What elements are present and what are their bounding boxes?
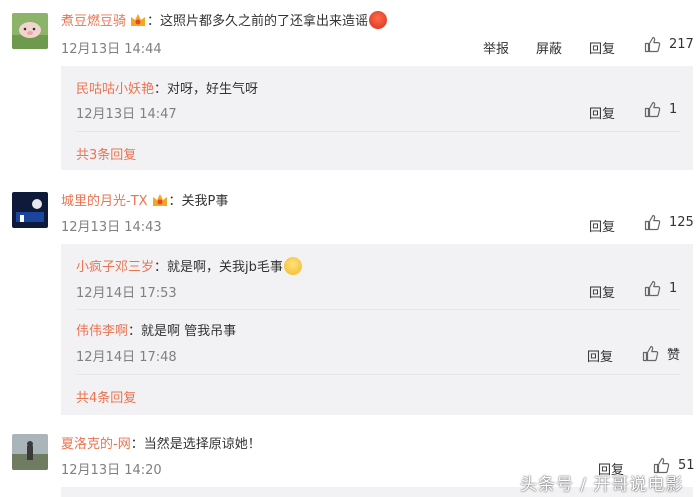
divider bbox=[76, 131, 680, 132]
reply-button[interactable]: 回复 bbox=[589, 38, 615, 57]
comment-line: 煮豆燃豆骑 ：这照片都多久之前的了还拿出来造谣 bbox=[61, 10, 388, 32]
like-label: 赞 bbox=[667, 348, 681, 363]
like-count: 217 bbox=[669, 37, 694, 52]
reply-text: ：就是啊 管我吊事 bbox=[128, 324, 237, 339]
reply-line: 伟伟李啊：就是啊 管我吊事 bbox=[76, 320, 236, 339]
reply-username-link[interactable]: 伟伟李啊 bbox=[76, 324, 128, 339]
comment-time: 12月13日 14:44 bbox=[61, 42, 162, 57]
comment-time: 12月13日 14:20 bbox=[61, 463, 162, 478]
comment-line: 夏洛克的-网：当然是选择原谅她！ bbox=[61, 433, 261, 452]
divider bbox=[76, 374, 680, 375]
like-count: 1 bbox=[669, 102, 678, 117]
reply-username-link[interactable]: 民咕咕小妖艳 bbox=[76, 82, 154, 97]
more-replies-link[interactable]: 共3条回复 bbox=[76, 144, 136, 163]
divider bbox=[76, 309, 680, 310]
thumbs-up-icon bbox=[644, 280, 661, 297]
like-count: 125 bbox=[669, 215, 694, 230]
thumbs-up-icon bbox=[642, 345, 659, 362]
reply-line: 小疯子邓三岁：就是啊，关我jb毛事 bbox=[76, 256, 302, 275]
username-link[interactable]: 夏洛克的-网 bbox=[61, 437, 131, 452]
comment-line: 城里的月光-TX ：关我P事 bbox=[61, 190, 228, 212]
vip-badge-icon bbox=[151, 192, 169, 212]
thumbs-up-icon bbox=[644, 214, 661, 231]
like-count: 1 bbox=[669, 281, 678, 296]
username-link[interactable]: 煮豆燃豆骑 bbox=[61, 14, 126, 29]
comment-time: 12月13日 14:43 bbox=[61, 220, 162, 235]
reply-like-button[interactable]: 赞 bbox=[642, 344, 680, 363]
vip-badge-icon bbox=[129, 12, 147, 32]
like-button[interactable]: 125 bbox=[644, 214, 694, 231]
comment-text: ：当然是选择原谅她！ bbox=[130, 437, 261, 452]
reply-like-button[interactable]: 1 bbox=[644, 101, 677, 118]
reply-reply-button[interactable]: 回复 bbox=[587, 346, 613, 365]
reply-text: ：对呀，好生气呀 bbox=[154, 82, 259, 97]
reply-line: 民咕咕小妖艳：对呀，好生气呀 bbox=[76, 78, 258, 97]
watermark: 头条号 / 开哥说电影 bbox=[520, 475, 684, 495]
reply-reply-button[interactable]: 回复 bbox=[589, 103, 615, 122]
comment-text: ：关我P事 bbox=[168, 194, 229, 209]
avatar[interactable] bbox=[12, 434, 48, 470]
username-link[interactable]: 城里的月光-TX bbox=[61, 194, 148, 209]
avatar[interactable] bbox=[12, 13, 48, 49]
thumbs-up-icon bbox=[644, 36, 661, 53]
comment-text: ：这照片都多久之前的了还拿出来造谣 bbox=[147, 14, 369, 29]
reply-text: ：就是啊，关我jb毛事 bbox=[154, 260, 283, 275]
thumbs-up-icon bbox=[644, 101, 661, 118]
more-replies-link[interactable]: 共4条回复 bbox=[76, 387, 136, 406]
reply-time: 12月13日 14:47 bbox=[76, 107, 177, 122]
reply-time: 12月14日 17:53 bbox=[76, 286, 177, 301]
angry-face-icon bbox=[369, 11, 388, 29]
reply-time: 12月14日 17:48 bbox=[76, 350, 177, 365]
report-button[interactable]: 举报 bbox=[483, 38, 509, 57]
reply-reply-button[interactable]: 回复 bbox=[589, 282, 615, 301]
reply-like-button[interactable]: 1 bbox=[644, 280, 677, 297]
reply-button[interactable]: 回复 bbox=[589, 216, 615, 235]
avatar[interactable] bbox=[12, 192, 48, 228]
laughing-face-icon bbox=[283, 257, 302, 275]
like-button[interactable]: 217 bbox=[644, 36, 694, 53]
reply-username-link[interactable]: 小疯子邓三岁 bbox=[76, 260, 154, 275]
block-button[interactable]: 屏蔽 bbox=[536, 38, 562, 57]
